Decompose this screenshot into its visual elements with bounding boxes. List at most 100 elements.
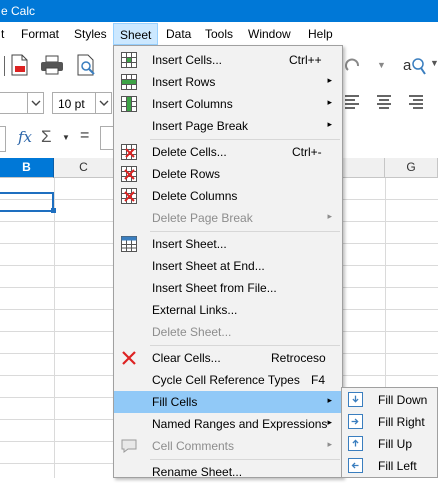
submenu-arrow-icon: ▸ bbox=[327, 211, 332, 221]
menu-item-label: Clear Cells... bbox=[152, 351, 221, 365]
menu-item-label: Delete Page Break bbox=[152, 211, 253, 225]
print-icon[interactable] bbox=[40, 55, 64, 75]
find-replace-icon[interactable]: a bbox=[403, 54, 427, 78]
menu-format[interactable]: Format bbox=[21, 27, 59, 41]
menu-data[interactable]: Data bbox=[166, 27, 191, 41]
gridline bbox=[54, 178, 55, 478]
print-preview-icon[interactable] bbox=[76, 54, 98, 76]
font-name-dropdown[interactable] bbox=[27, 93, 43, 113]
sheet-menu: Insert Cells... Ctrl++ Insert Rows ▸ Ins… bbox=[113, 45, 343, 479]
menu-insert-columns[interactable]: Insert Columns ▸ bbox=[114, 93, 342, 115]
menu-separator bbox=[150, 139, 340, 140]
insert-rows-icon bbox=[121, 74, 137, 90]
font-size-value: 10 pt bbox=[58, 97, 85, 111]
menu-item-label: Fill Up bbox=[378, 437, 413, 451]
delete-rows-icon bbox=[121, 166, 137, 182]
menu-item-shortcut: Retroceso bbox=[271, 351, 326, 365]
menu-item-label: External Links... bbox=[152, 303, 238, 317]
menu-insert-sheet[interactable]: Insert Sheet... bbox=[114, 233, 342, 255]
column-header-g[interactable]: G bbox=[385, 158, 438, 178]
partial-icon[interactable] bbox=[0, 56, 5, 76]
sum-dropdown-icon[interactable]: ▼ bbox=[62, 133, 70, 142]
export-pdf-icon[interactable] bbox=[10, 54, 30, 76]
formula-equals-icon[interactable]: = bbox=[80, 127, 89, 145]
menu-fill-right[interactable]: Fill Right bbox=[342, 411, 437, 433]
menu-item-label: Fill Down bbox=[378, 393, 428, 407]
menu-item-label: Delete Cells... bbox=[152, 145, 227, 159]
comment-icon bbox=[121, 439, 137, 453]
menu-view-partial[interactable]: t bbox=[1, 27, 4, 41]
sum-icon[interactable]: Σ bbox=[41, 127, 52, 147]
font-size-box[interactable]: 10 pt bbox=[52, 92, 112, 114]
menu-help[interactable]: Help bbox=[308, 27, 333, 41]
column-header-b[interactable]: B bbox=[0, 158, 54, 178]
function-wizard-icon[interactable]: fx bbox=[18, 128, 32, 146]
menu-insert-sheet-at-end[interactable]: Insert Sheet at End... bbox=[114, 255, 342, 277]
submenu-arrow-icon: ▸ bbox=[327, 417, 332, 427]
menu-fill-down[interactable]: Fill Down bbox=[342, 389, 437, 411]
menu-item-label: Insert Page Break bbox=[152, 119, 249, 133]
insert-columns-icon bbox=[121, 96, 137, 112]
name-box-partial[interactable] bbox=[0, 126, 6, 152]
formula-input[interactable] bbox=[100, 126, 114, 150]
menu-item-label: Insert Cells... bbox=[152, 53, 223, 67]
menu-cell-comments[interactable]: Cell Comments ▸ bbox=[114, 435, 342, 457]
menu-fill-cells[interactable]: Fill Cells ▸ bbox=[114, 391, 342, 413]
menu-delete-rows[interactable]: Delete Rows bbox=[114, 163, 342, 185]
menu-delete-sheet[interactable]: Delete Sheet... bbox=[114, 321, 342, 343]
column-header-c[interactable]: C bbox=[54, 158, 114, 178]
menu-named-ranges-and-expressions[interactable]: Named Ranges and Expressions ▸ bbox=[114, 413, 342, 435]
menu-rename-sheet[interactable]: Rename Sheet... bbox=[114, 461, 342, 483]
menu-item-label: Insert Sheet from File... bbox=[152, 281, 277, 295]
fill-up-icon bbox=[348, 436, 363, 451]
menu-sheet[interactable]: Sheet bbox=[113, 23, 159, 45]
menu-item-label: Delete Rows bbox=[152, 167, 221, 181]
menu-item-label: Insert Sheet at End... bbox=[152, 259, 265, 273]
menu-item-label: Insert Sheet... bbox=[152, 237, 227, 251]
menu-item-label: Cell Comments bbox=[152, 439, 235, 453]
menu-insert-sheet-from-file[interactable]: Insert Sheet from File... bbox=[114, 277, 342, 299]
menu-insert-rows[interactable]: Insert Rows ▸ bbox=[114, 71, 342, 93]
menu-styles[interactable]: Styles bbox=[74, 27, 107, 41]
menu-item-shortcut: F4 bbox=[311, 373, 326, 387]
menu-window[interactable]: Window bbox=[248, 27, 291, 41]
menu-fill-left[interactable]: Fill Left bbox=[342, 455, 437, 477]
insert-sheet-icon bbox=[121, 236, 137, 252]
menu-item-label: Insert Rows bbox=[152, 75, 216, 89]
menu-delete-columns[interactable]: Delete Columns bbox=[114, 185, 342, 207]
menu-delete-page-break[interactable]: Delete Page Break ▸ bbox=[114, 207, 342, 229]
redo-dropdown-icon[interactable]: ▼ bbox=[377, 60, 386, 70]
menu-bar: t Format Styles Sheet Data Tools Window … bbox=[0, 22, 438, 46]
menu-fill-up[interactable]: Fill Up bbox=[342, 433, 437, 455]
fill-cells-submenu: Fill Down Fill Right Fill Up Fill Left bbox=[341, 387, 438, 478]
chevron-down-icon bbox=[31, 100, 41, 106]
menu-item-label: Cycle Cell Reference Types bbox=[152, 373, 300, 387]
menu-tools[interactable]: Tools bbox=[205, 27, 233, 41]
menu-separator bbox=[150, 231, 340, 232]
redo-icon[interactable] bbox=[344, 56, 364, 76]
toolbar-overflow-icon[interactable]: ▼ bbox=[430, 58, 438, 68]
align-left-icon[interactable] bbox=[344, 94, 360, 110]
align-center-icon[interactable] bbox=[376, 94, 392, 110]
align-right-icon[interactable] bbox=[408, 94, 424, 110]
menu-item-shortcut: Ctrl++ bbox=[289, 53, 322, 67]
clear-cells-icon bbox=[122, 351, 136, 365]
delete-columns-icon bbox=[121, 188, 137, 204]
menu-insert-page-break[interactable]: Insert Page Break ▸ bbox=[114, 115, 342, 137]
selected-cell[interactable] bbox=[0, 192, 54, 212]
menu-item-shortcut: Ctrl+- bbox=[292, 145, 322, 159]
font-size-dropdown[interactable] bbox=[95, 93, 111, 113]
font-name-box[interactable] bbox=[0, 92, 44, 114]
svg-text:a: a bbox=[403, 57, 412, 74]
menu-external-links[interactable]: External Links... bbox=[114, 299, 342, 321]
menu-clear-cells[interactable]: Clear Cells... Retroceso bbox=[114, 347, 342, 369]
column-header-f[interactable] bbox=[342, 158, 385, 178]
menu-insert-cells[interactable]: Insert Cells... Ctrl++ bbox=[114, 49, 342, 71]
fill-left-icon bbox=[348, 458, 363, 473]
menu-cycle-cell-reference-types[interactable]: Cycle Cell Reference Types F4 bbox=[114, 369, 342, 391]
fill-right-icon bbox=[348, 414, 363, 429]
fill-handle[interactable] bbox=[51, 208, 56, 213]
menu-item-label: Fill Cells bbox=[152, 395, 198, 409]
menu-item-label: Insert Columns bbox=[152, 97, 233, 111]
menu-delete-cells[interactable]: Delete Cells... Ctrl+- bbox=[114, 141, 342, 163]
